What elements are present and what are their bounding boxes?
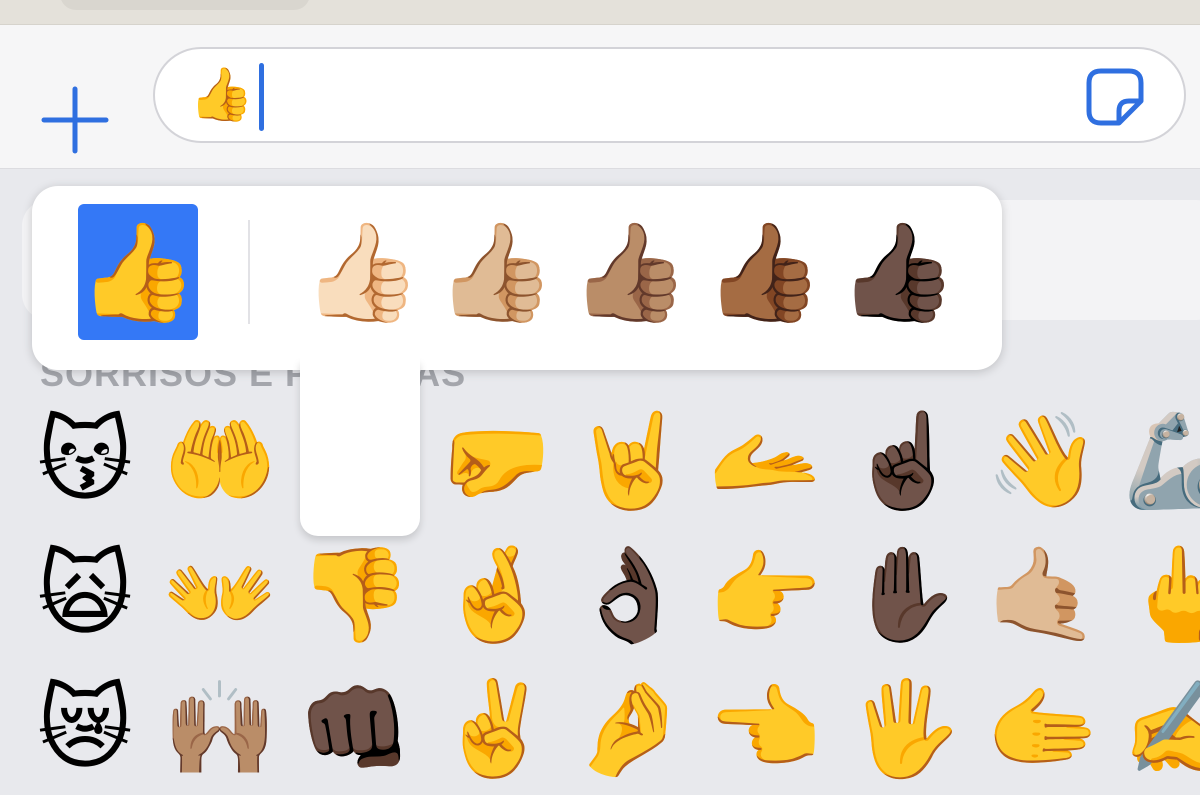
emoji-key[interactable]: 👎 (290, 530, 420, 660)
emoji-key[interactable]: 🤛 (430, 396, 560, 526)
emoji-key[interactable]: 👉 (700, 530, 830, 660)
emoji-key[interactable]: 👋 (978, 396, 1108, 526)
emoji-key[interactable]: 🫱 (978, 664, 1108, 794)
sticker-icon (1086, 68, 1144, 126)
emoji-key[interactable]: 🙌🏽 (155, 664, 285, 794)
emoji-key[interactable]: 🖐️ (840, 664, 970, 794)
emoji-key[interactable]: ✋🏿 (840, 530, 970, 660)
text-cursor (259, 63, 264, 131)
emoji-key[interactable]: 🖕 (1115, 530, 1200, 660)
message-text-field[interactable]: 👍 (153, 47, 1186, 143)
emoji-key[interactable]: 🤞 (430, 530, 560, 660)
emoji-key[interactable]: 🦾 (1115, 396, 1200, 526)
emoji-key[interactable]: 👌🏿 (565, 530, 695, 660)
emoji-key[interactable]: 👊🏿 (290, 664, 420, 794)
emoji-key[interactable]: 😽 (20, 396, 150, 526)
emoji-key[interactable]: 🫴 (700, 396, 830, 526)
emoji-key[interactable]: 🤌 (565, 664, 695, 794)
emoji-key[interactable]: 👐 (155, 530, 285, 660)
emoji-key[interactable]: 🤘 (565, 396, 695, 526)
emoji-key[interactable]: 😿 (20, 664, 150, 794)
skin-tone-popover-panel (32, 186, 1002, 370)
add-attachment-button[interactable] (40, 85, 110, 155)
emoji-key[interactable]: ✍️ (1115, 664, 1200, 794)
emoji-key[interactable]: 🤲 (155, 396, 285, 526)
emoji-key[interactable]: ✌️ (430, 664, 560, 794)
skin-tone-popover-stem (300, 360, 420, 536)
top-edge-shape (60, 0, 310, 10)
plus-icon (41, 86, 109, 154)
emoji-key[interactable]: 🙀 (20, 530, 150, 660)
emoji-key[interactable]: 👈 (700, 664, 830, 794)
emoji-key[interactable]: ☝🏿 (840, 396, 970, 526)
typed-emoji-text: 👍 (189, 65, 254, 125)
sticker-button[interactable] (1085, 67, 1145, 127)
emoji-key[interactable]: 🤙🏼 (978, 530, 1108, 660)
chat-background-strip (0, 0, 1200, 25)
